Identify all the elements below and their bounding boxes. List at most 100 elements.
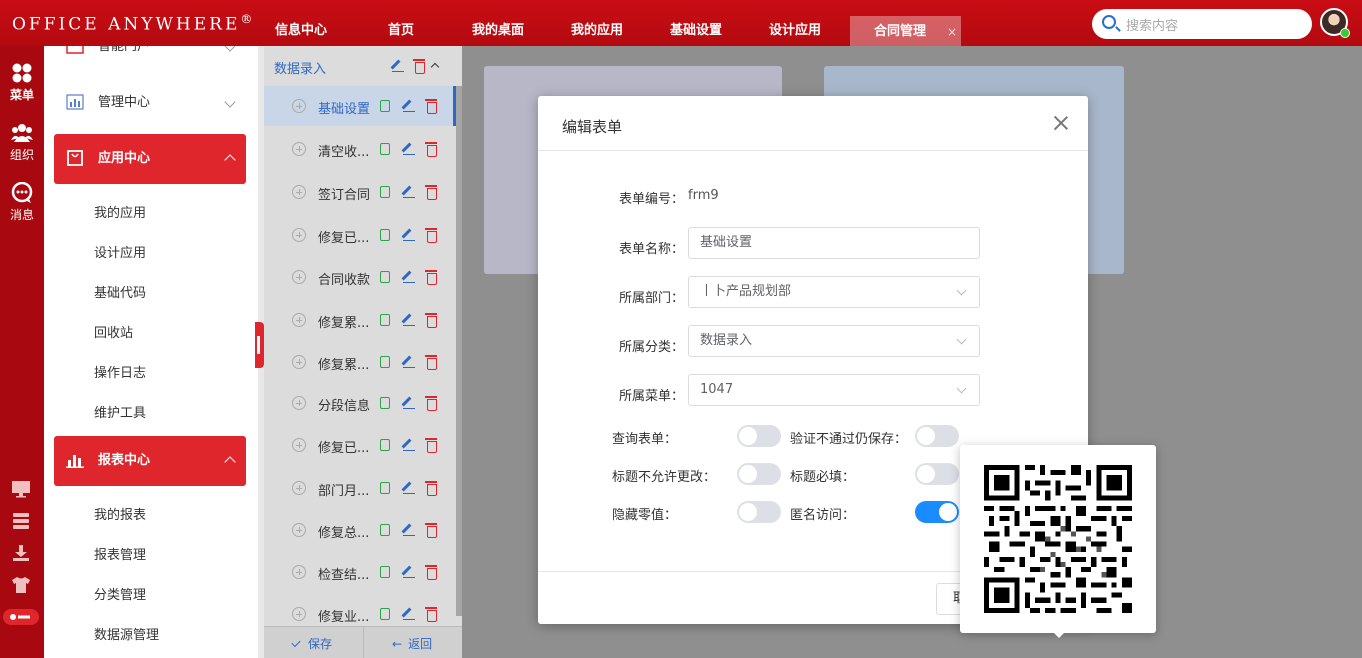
edit-icon[interactable] [403, 314, 415, 326]
search-box[interactable]: 搜索内容 [1092, 9, 1312, 39]
close-icon[interactable] [1052, 114, 1070, 132]
menu-item-report-center[interactable]: 报表中心 [54, 436, 246, 486]
title-locked-toggle[interactable] [737, 463, 781, 485]
delete-icon[interactable] [425, 355, 437, 370]
delete-icon[interactable] [425, 228, 437, 243]
form-list-item[interactable]: 检查结... [264, 552, 456, 592]
nav-item-basic-settings[interactable]: 基础设置 [670, 0, 722, 46]
delete-icon[interactable] [425, 313, 437, 328]
menu-select[interactable]: 1047 [688, 374, 980, 406]
form-list-item[interactable]: 修复已... [264, 425, 456, 465]
submenu-datasource-manage[interactable]: 数据源管理 [94, 624, 159, 643]
form-list-item[interactable]: 部门月... [264, 468, 456, 508]
form-list-item[interactable]: 清空收... [264, 129, 456, 169]
dept-select[interactable]: 丨卜产品规划部 [688, 276, 980, 308]
leftbar-item-menu[interactable]: 菜单 [0, 62, 44, 103]
submenu-my-reports[interactable]: 我的报表 [94, 504, 146, 523]
tshirt-icon[interactable] [10, 576, 32, 594]
collapse-handle[interactable] [255, 322, 264, 368]
form-list-item[interactable]: 修复已... [264, 215, 456, 255]
copy-icon[interactable] [380, 100, 390, 112]
menu-item-portal[interactable]: 智能门户 [54, 46, 246, 72]
edit-icon[interactable] [403, 439, 415, 451]
edit-icon[interactable] [403, 356, 415, 368]
delete-icon[interactable] [425, 438, 437, 453]
edit-icon[interactable] [403, 271, 415, 283]
add-icon[interactable] [292, 228, 306, 242]
copy-icon[interactable] [380, 482, 390, 494]
submenu-design-apps[interactable]: 设计应用 [94, 242, 146, 261]
delete-icon[interactable] [425, 99, 437, 114]
delete-icon[interactable] [425, 565, 437, 580]
title-required-toggle[interactable] [915, 463, 959, 485]
add-icon[interactable] [292, 185, 306, 199]
toggle-pill-icon[interactable] [2, 608, 40, 626]
edit-icon[interactable] [403, 524, 415, 536]
add-icon[interactable] [292, 481, 306, 495]
add-icon[interactable] [292, 523, 306, 537]
delete-icon[interactable] [425, 523, 437, 538]
submenu-recycle-bin[interactable]: 回收站 [94, 322, 133, 341]
delete-icon[interactable] [425, 185, 437, 200]
delete-icon[interactable] [425, 396, 437, 411]
nav-item-my-apps[interactable]: 我的应用 [571, 0, 623, 46]
back-button[interactable]: ← 返回 [392, 635, 432, 652]
save-button[interactable]: 保存 [291, 635, 332, 652]
submenu-maintenance-tools[interactable]: 维护工具 [94, 402, 146, 421]
delete-icon[interactable] [425, 270, 437, 285]
chevron-up-icon[interactable] [430, 62, 440, 72]
copy-icon[interactable] [380, 566, 390, 578]
edit-icon[interactable] [403, 397, 415, 409]
copy-icon[interactable] [380, 143, 390, 155]
category-select[interactable]: 数据录入 [688, 325, 980, 357]
delete-icon[interactable] [413, 59, 425, 74]
database-icon[interactable] [10, 512, 32, 530]
anonymous-toggle[interactable] [915, 501, 959, 523]
add-icon[interactable] [292, 396, 306, 410]
add-icon[interactable] [292, 313, 306, 327]
leftbar-item-org[interactable]: 组织 [0, 122, 44, 163]
copy-icon[interactable] [380, 439, 390, 451]
monitor-icon[interactable] [10, 480, 32, 498]
hide-zero-toggle[interactable] [737, 501, 781, 523]
edit-icon[interactable] [403, 482, 415, 494]
add-icon[interactable] [292, 565, 306, 579]
edit-icon[interactable] [403, 143, 415, 155]
copy-icon[interactable] [380, 524, 390, 536]
add-icon[interactable] [292, 607, 306, 621]
form-list-item[interactable]: 分段信息 [264, 383, 456, 423]
add-icon[interactable] [292, 99, 306, 113]
submenu-basic-code[interactable]: 基础代码 [94, 282, 146, 301]
delete-icon[interactable] [425, 481, 437, 496]
copy-icon[interactable] [380, 229, 390, 241]
menu-item-app-center[interactable]: 应用中心 [54, 134, 246, 184]
copy-icon[interactable] [380, 271, 390, 283]
edit-icon[interactable] [403, 229, 415, 241]
form-name-input[interactable]: 基础设置 [688, 227, 980, 259]
edit-icon[interactable] [403, 608, 415, 620]
download-icon[interactable] [10, 544, 32, 562]
submenu-report-manage[interactable]: 报表管理 [94, 544, 146, 563]
nav-item-design-apps[interactable]: 设计应用 [769, 0, 821, 46]
form-list-item[interactable]: 修复累... [264, 342, 456, 382]
form-list-item[interactable]: 合同收款 [264, 257, 456, 297]
form-list-item[interactable]: 签订合同 [264, 172, 456, 212]
save-invalid-toggle[interactable] [915, 425, 959, 447]
app-logo[interactable]: OFFICE ANYWHERE® [12, 12, 255, 35]
leftbar-item-message[interactable]: 消息 [0, 182, 44, 223]
nav-item-home[interactable]: 首页 [388, 0, 414, 46]
close-icon[interactable]: × [947, 16, 957, 48]
form-list-item[interactable]: 基础设置 [264, 86, 456, 126]
copy-icon[interactable] [380, 356, 390, 368]
add-icon[interactable] [292, 142, 306, 156]
delete-icon[interactable] [425, 607, 437, 622]
add-icon[interactable] [292, 270, 306, 284]
edit-icon[interactable] [392, 60, 404, 72]
form-list-item[interactable]: 修复累... [264, 300, 456, 340]
submenu-category-manage[interactable]: 分类管理 [94, 584, 146, 603]
edit-icon[interactable] [403, 186, 415, 198]
copy-icon[interactable] [380, 397, 390, 409]
add-icon[interactable] [292, 355, 306, 369]
delete-icon[interactable] [425, 142, 437, 157]
submenu-operation-log[interactable]: 操作日志 [94, 362, 146, 381]
